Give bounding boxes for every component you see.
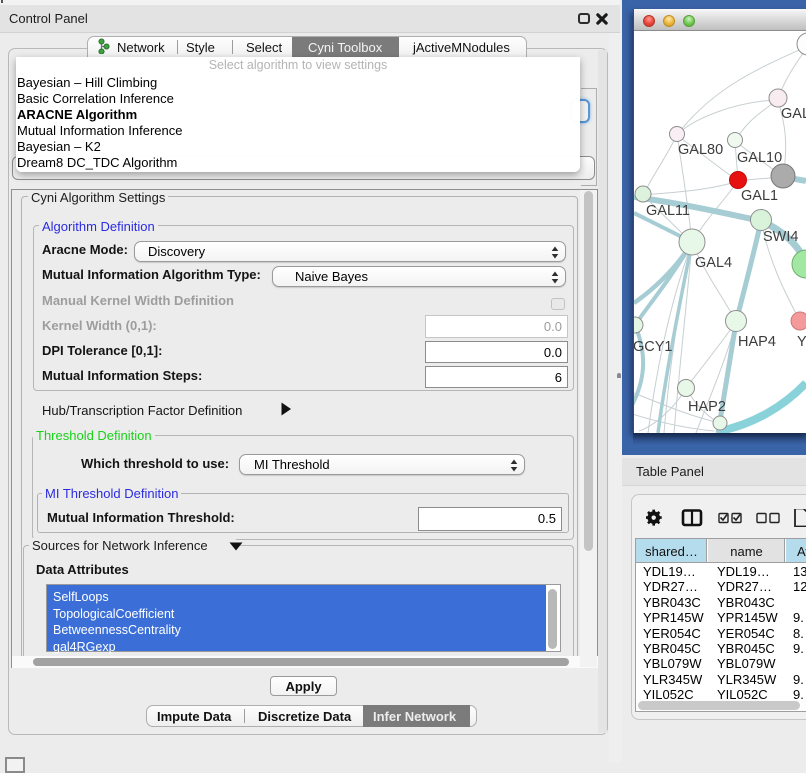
svg-text:GAL11: GAL11: [646, 203, 690, 219]
svg-text:GAL4: GAL4: [695, 255, 732, 271]
svg-text:GCY1: GCY1: [634, 339, 673, 355]
svg-text:GAL10: GAL10: [737, 150, 782, 166]
svg-text:HAP4: HAP4: [738, 334, 776, 350]
svg-text:HAP2: HAP2: [688, 399, 726, 415]
svg-text:GAL80: GAL80: [678, 142, 723, 158]
svg-text:GAL7: GAL7: [781, 106, 806, 122]
svg-text:Y: Y: [797, 334, 806, 350]
svg-text:SWI4: SWI4: [763, 229, 798, 245]
svg-text:GAL1: GAL1: [741, 188, 778, 204]
